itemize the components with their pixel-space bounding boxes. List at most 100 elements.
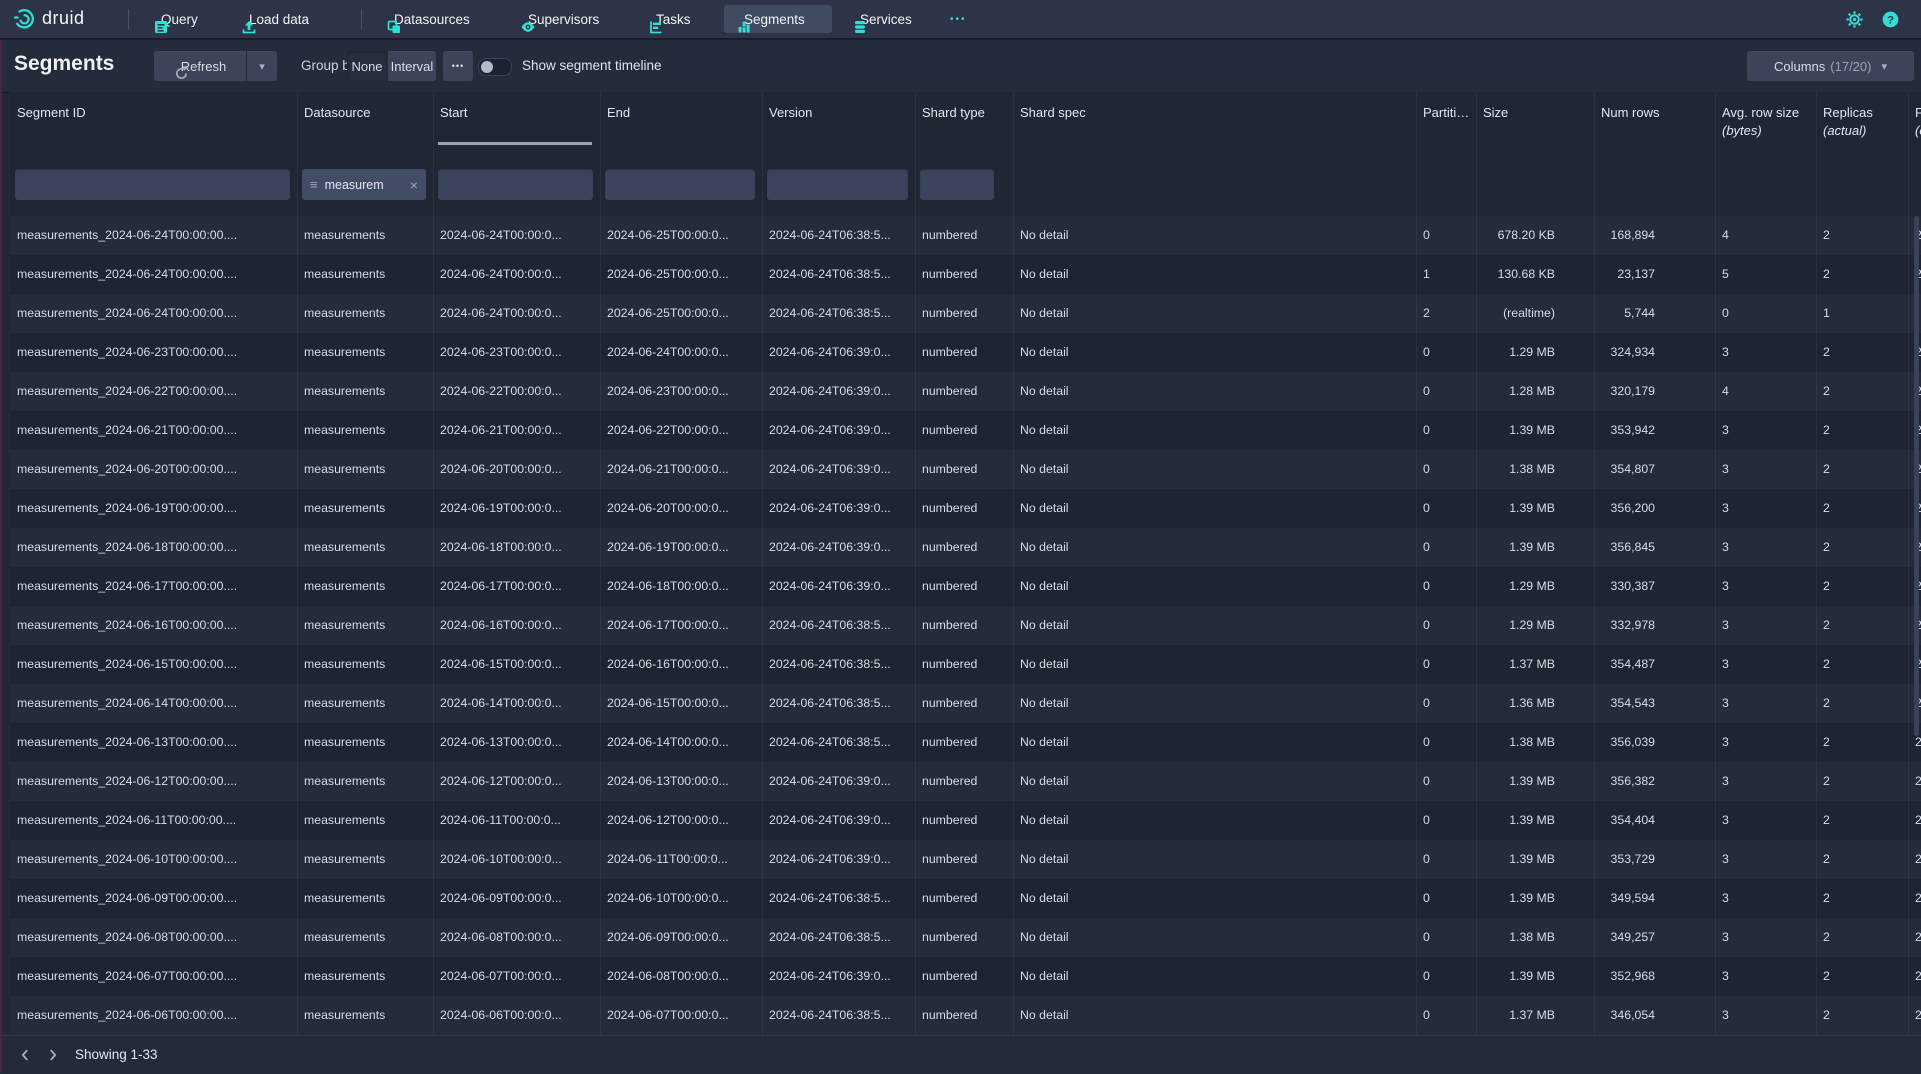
filter-input-segment_id[interactable] [15, 169, 290, 200]
nav-item-load-data[interactable]: Load data [241, 0, 309, 38]
braced-number: 354,807 [1601, 450, 1655, 489]
cell-datasource: measurements [297, 216, 433, 255]
cell-end: 2024-06-07T00:00:0... [600, 996, 762, 1035]
refresh-interval-dropdown[interactable]: ▾ [247, 51, 277, 81]
cell-end: 2024-06-13T00:00:0... [600, 762, 762, 801]
next-page-button[interactable] [40, 1041, 66, 1069]
cell-num_rows: 356,382 [1594, 762, 1715, 801]
column-header-sublabel: (expected) [1915, 123, 1921, 138]
braced-number: 1.37 MB [1483, 996, 1555, 1035]
cell-num_rows: 320,179 [1594, 372, 1715, 411]
filter-input-shard_type[interactable] [920, 169, 994, 200]
refresh-button[interactable]: Refresh [154, 51, 246, 81]
nav-divider [128, 9, 129, 29]
cell-shard_spec: No detail [1013, 723, 1416, 762]
column-header-replicas[interactable]: Replicas(actual) [1816, 92, 1908, 145]
cell-version: 2024-06-24T06:38:5... [762, 216, 915, 255]
cell-datasource: measurements [297, 255, 433, 294]
filter-input-start[interactable] [438, 169, 593, 200]
column-header-version[interactable]: Version [762, 92, 915, 145]
cell-factor: 2 [1908, 762, 1921, 801]
cell-datasource: measurements [297, 996, 433, 1035]
column-header-label: Size [1483, 105, 1594, 120]
cell-segment_id: measurements_2024-06-20T00:00:00.... [10, 450, 297, 489]
cell-shard_type: numbered [915, 450, 1013, 489]
column-header-partition[interactable]: Partition [1416, 92, 1476, 145]
more-actions-button[interactable]: ••• [443, 51, 473, 81]
datasource-filter-tag[interactable]: ≡measurem× [302, 169, 426, 200]
cell-size: 1.38 MB [1476, 723, 1594, 762]
prev-page-button[interactable] [12, 1041, 38, 1069]
vertical-scrollbar[interactable] [1914, 216, 1919, 736]
column-divider [915, 92, 916, 1035]
cell-start: 2024-06-24T00:00:0... [433, 294, 600, 333]
cell-datasource: measurements [297, 723, 433, 762]
filter-input-version[interactable] [767, 169, 908, 200]
cell-end: 2024-06-09T00:00:0... [600, 918, 762, 957]
cell-partition: 0 [1416, 567, 1476, 606]
remove-tag-icon[interactable]: × [410, 177, 418, 193]
filter-tag-value: measurem [325, 178, 384, 192]
cell-num_rows: 330,387 [1594, 567, 1715, 606]
column-header-num_rows[interactable]: Num rows [1594, 92, 1715, 145]
cell-start: 2024-06-21T00:00:0... [433, 411, 600, 450]
cell-version: 2024-06-24T06:38:5... [762, 996, 915, 1035]
nav-item-supervisors[interactable]: Supervisors [520, 0, 599, 38]
column-header-shard_spec[interactable]: Shard spec [1013, 92, 1416, 145]
column-divider [1476, 92, 1477, 1035]
cell-replicas: 2 [1816, 216, 1908, 255]
nav-overflow-button[interactable]: ••• [950, 0, 967, 38]
cell-segment_id: measurements_2024-06-19T00:00:00.... [10, 489, 297, 528]
group-by-interval-button[interactable]: Interval [388, 51, 436, 81]
column-header-shard_type[interactable]: Shard type [915, 92, 1013, 145]
cell-start: 2024-06-13T00:00:0... [433, 723, 600, 762]
filter-input-end[interactable] [605, 169, 755, 200]
columns-button[interactable]: Columns (17/20) ▾ [1747, 51, 1914, 81]
columns-label: Columns [1774, 59, 1825, 74]
column-header-label: Partition [1423, 105, 1476, 120]
cell-shard_type: numbered [915, 216, 1013, 255]
cell-start: 2024-06-19T00:00:0... [433, 489, 600, 528]
column-header-label: Start [440, 105, 600, 120]
cell-partition: 0 [1416, 645, 1476, 684]
braced-number: 1.38 MB [1483, 723, 1555, 762]
cell-shard_spec: No detail [1013, 294, 1416, 333]
cell-num_rows: 354,487 [1594, 645, 1715, 684]
braced-number: 678.20 KB [1483, 216, 1555, 255]
cell-partition: 0 [1416, 411, 1476, 450]
column-header-size[interactable]: Size [1476, 92, 1594, 145]
nav-item-label: Datasources [394, 12, 470, 27]
cell-end: 2024-06-21T00:00:0... [600, 450, 762, 489]
column-header-segment_id[interactable]: Segment ID [10, 92, 297, 145]
segment-timeline-toggle[interactable] [478, 58, 512, 76]
column-header-end[interactable]: End [600, 92, 762, 145]
column-header-datasource[interactable]: Datasource [297, 92, 433, 145]
braced-number: 1.39 MB [1483, 528, 1555, 567]
cell-num_rows: 349,594 [1594, 879, 1715, 918]
cell-avg_row_size: 3 [1715, 645, 1816, 684]
cell-size: 1.39 MB [1476, 801, 1594, 840]
cell-version: 2024-06-24T06:39:0... [762, 801, 915, 840]
cell-end: 2024-06-17T00:00:0... [600, 606, 762, 645]
nav-item-query[interactable]: Query [153, 0, 198, 38]
column-header-avg_row_size[interactable]: Avg. row size(bytes) [1715, 92, 1816, 145]
braced-number: 349,257 [1601, 918, 1655, 957]
cell-segment_id: measurements_2024-06-14T00:00:00.... [10, 684, 297, 723]
cell-shard_type: numbered [915, 957, 1013, 996]
column-header-factor[interactable]: Factor(expected) [1908, 92, 1921, 145]
cell-factor: 2 [1908, 957, 1921, 996]
braced-number: 1.28 MB [1483, 372, 1555, 411]
cell-replicas: 2 [1816, 606, 1908, 645]
cell-start: 2024-06-20T00:00:0... [433, 450, 600, 489]
nav-item-segments[interactable]: Segments [736, 0, 805, 38]
cell-version: 2024-06-24T06:39:0... [762, 762, 915, 801]
nav-item-services[interactable]: Services [852, 0, 912, 38]
cell-replicas: 2 [1816, 957, 1908, 996]
group-by-none-button[interactable]: None [347, 51, 387, 81]
cell-datasource: measurements [297, 294, 433, 333]
column-header-start[interactable]: Start [433, 92, 600, 145]
braced-number: (realtime) [1483, 294, 1555, 333]
nav-item-datasources[interactable]: Datasources [386, 0, 470, 38]
cell-partition: 0 [1416, 957, 1476, 996]
nav-item-tasks[interactable]: Tasks [648, 0, 691, 38]
